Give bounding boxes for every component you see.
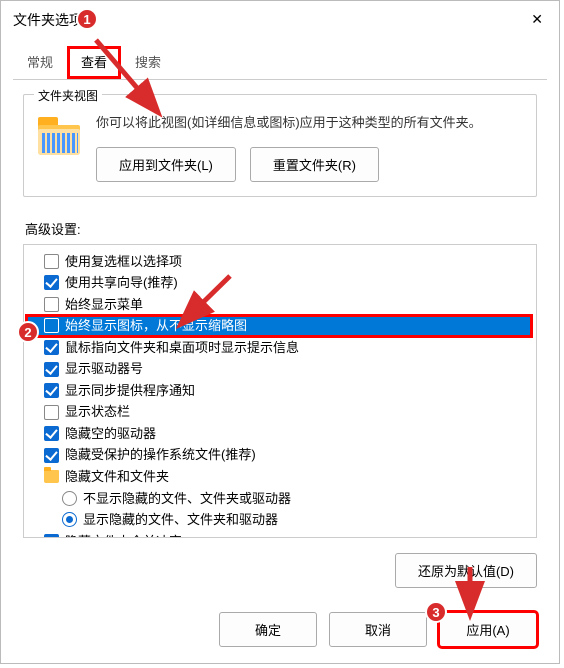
list-item-label: 鼠标指向文件夹和桌面项时显示提示信息: [65, 339, 299, 357]
tab-bar: 常规 查看 搜索: [13, 46, 547, 80]
checkbox-icon[interactable]: [44, 362, 59, 377]
folder-options-dialog: 文件夹选项 ✕ 常规 查看 搜索 文件夹视图 你可以将此视图(如详细信息或图标)…: [0, 0, 560, 664]
radio-icon[interactable]: [62, 491, 77, 506]
list-item[interactable]: 使用共享向导(推荐): [26, 272, 532, 294]
list-item[interactable]: 始终显示菜单: [26, 294, 532, 316]
restore-defaults-button[interactable]: 还原为默认值(D): [395, 553, 537, 588]
list-item-label: 显示状态栏: [65, 403, 130, 421]
checkbox-icon[interactable]: [44, 448, 59, 463]
list-item-label: 隐藏空的驱动器: [65, 425, 156, 443]
tab-search[interactable]: 搜索: [121, 46, 175, 79]
advanced-settings-list[interactable]: 使用复选框以选择项 使用共享向导(推荐) 始终显示菜单 始终显示图标，从不显示缩…: [23, 244, 537, 538]
list-item-label: 使用复选框以选择项: [65, 253, 182, 271]
checkbox-icon[interactable]: [44, 405, 59, 420]
close-icon[interactable]: ✕: [523, 7, 551, 32]
apply-button[interactable]: 应用(A): [439, 612, 537, 647]
list-item[interactable]: 显示状态栏: [26, 401, 532, 423]
apply-to-folders-button[interactable]: 应用到文件夹(L): [96, 147, 236, 182]
list-item[interactable]: 隐藏空的驱动器: [26, 423, 532, 445]
checkbox-icon[interactable]: [44, 254, 59, 269]
advanced-settings-label: 高级设置:: [25, 219, 537, 238]
titlebar: 文件夹选项 ✕: [1, 1, 559, 38]
list-item-label: 始终显示菜单: [65, 296, 143, 314]
title: 文件夹选项: [13, 10, 83, 30]
folder-views-group: 文件夹视图 你可以将此视图(如详细信息或图标)应用于这种类型的所有文件夹。 应用…: [23, 94, 537, 197]
list-item-label: 隐藏文件夹合并冲突: [65, 533, 182, 538]
tab-view[interactable]: 查看: [67, 46, 121, 79]
list-item-label: 始终显示图标，从不显示缩略图: [65, 317, 247, 335]
list-item-label: 不显示隐藏的文件、文件夹或驱动器: [83, 490, 291, 508]
list-item-label: 显示驱动器号: [65, 360, 143, 378]
ok-button[interactable]: 确定: [219, 612, 317, 647]
checkbox-icon[interactable]: [44, 297, 59, 312]
list-item[interactable]: 显示驱动器号: [26, 358, 532, 380]
reset-folders-button[interactable]: 重置文件夹(R): [250, 147, 379, 182]
list-item[interactable]: 使用复选框以选择项: [26, 251, 532, 273]
list-item[interactable]: 隐藏文件夹合并冲突: [26, 531, 532, 538]
list-item[interactable]: 鼠标指向文件夹和桌面项时显示提示信息: [26, 337, 532, 359]
checkbox-icon[interactable]: [44, 275, 59, 290]
list-item[interactable]: 显示隐藏的文件、文件夹和驱动器: [26, 509, 532, 531]
checkbox-icon[interactable]: [44, 318, 59, 333]
list-item-label: 显示同步提供程序通知: [65, 382, 195, 400]
list-item[interactable]: 隐藏受保护的操作系统文件(推荐): [26, 444, 532, 466]
folder-views-description: 你可以将此视图(如详细信息或图标)应用于这种类型的所有文件夹。: [96, 113, 522, 133]
list-item[interactable]: 显示同步提供程序通知: [26, 380, 532, 402]
checkbox-icon[interactable]: [44, 534, 59, 538]
list-item-label: 使用共享向导(推荐): [65, 274, 178, 292]
list-item-label: 隐藏文件和文件夹: [65, 468, 169, 486]
list-item[interactable]: 不显示隐藏的文件、文件夹或驱动器: [26, 488, 532, 510]
list-item-always-show-icons[interactable]: 始终显示图标，从不显示缩略图: [26, 315, 532, 337]
tab-general[interactable]: 常规: [13, 46, 67, 79]
list-item-folder-group[interactable]: 隐藏文件和文件夹: [26, 466, 532, 488]
folder-icon: [44, 470, 59, 483]
checkbox-icon[interactable]: [44, 383, 59, 398]
folder-icon: [38, 117, 80, 155]
folder-views-group-label: 文件夹视图: [34, 87, 102, 104]
list-item-label: 显示隐藏的文件、文件夹和驱动器: [83, 511, 278, 529]
checkbox-icon[interactable]: [44, 426, 59, 441]
radio-icon[interactable]: [62, 512, 77, 527]
dialog-footer: 还原为默认值(D) 确定 取消 应用(A): [1, 549, 559, 663]
checkbox-icon[interactable]: [44, 340, 59, 355]
tab-content: 文件夹视图 你可以将此视图(如详细信息或图标)应用于这种类型的所有文件夹。 应用…: [1, 80, 559, 549]
cancel-button[interactable]: 取消: [329, 612, 427, 647]
list-item-label: 隐藏受保护的操作系统文件(推荐): [65, 446, 256, 464]
